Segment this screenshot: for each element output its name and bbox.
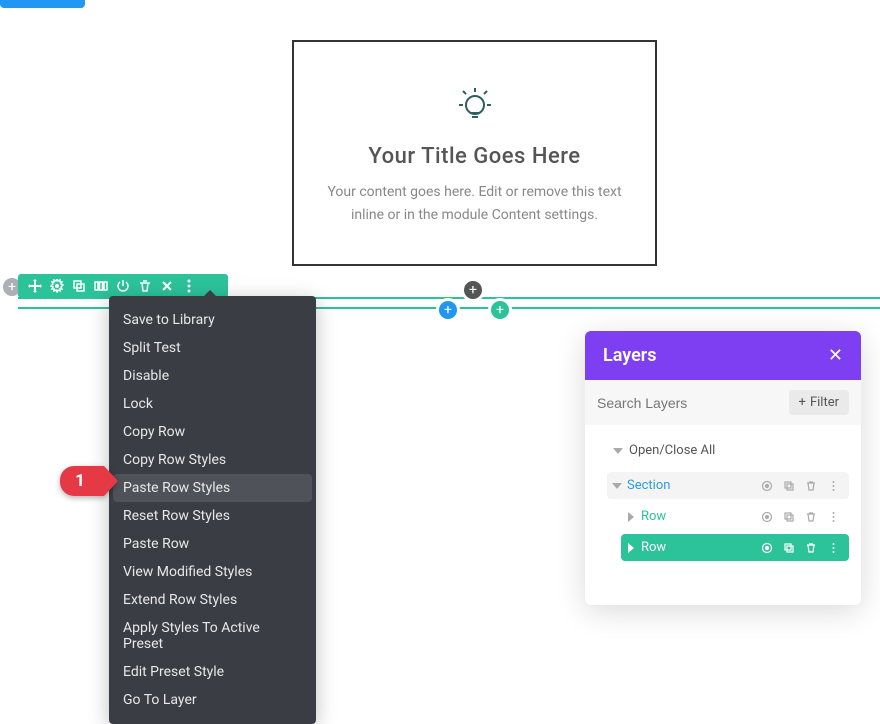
- layers-open-close-all[interactable]: Open/Close All: [597, 437, 849, 472]
- module-text: Your content goes here. Edit or remove t…: [314, 181, 635, 226]
- chevron-right-icon: [628, 512, 634, 522]
- gear-icon[interactable]: [759, 511, 775, 523]
- columns-icon[interactable]: [90, 275, 112, 297]
- more-icon[interactable]: [825, 542, 841, 554]
- chevron-down-icon: [612, 483, 622, 489]
- layers-title: Layers: [603, 345, 657, 366]
- layer-item-row-2-active[interactable]: Row: [621, 534, 849, 561]
- menu-apply-preset[interactable]: Apply Styles To Active Preset: [109, 614, 316, 658]
- duplicate-icon[interactable]: [68, 275, 90, 297]
- layer-item-section[interactable]: Section: [607, 472, 849, 499]
- close-icon[interactable]: [156, 275, 178, 297]
- add-button-green[interactable]: +: [488, 298, 512, 322]
- row-toolbar: [18, 274, 228, 298]
- lightbulb-icon: [452, 80, 498, 126]
- row-label: Row: [641, 509, 759, 524]
- add-button-dark[interactable]: +: [461, 278, 485, 302]
- trash-icon[interactable]: [803, 542, 819, 554]
- layers-search-input[interactable]: [597, 395, 781, 411]
- layers-search-bar: +Filter: [585, 380, 861, 425]
- menu-reset-row-styles[interactable]: Reset Row Styles: [109, 502, 316, 530]
- duplicate-icon[interactable]: [781, 542, 797, 554]
- menu-split-test[interactable]: Split Test: [109, 334, 316, 362]
- section-label: Section: [627, 478, 759, 493]
- more-icon[interactable]: [178, 275, 200, 297]
- menu-go-to-layer[interactable]: Go To Layer: [109, 686, 316, 714]
- more-icon[interactable]: [825, 480, 841, 492]
- top-blue-tab: [0, 0, 85, 8]
- row-label: Row: [641, 540, 759, 555]
- menu-copy-row[interactable]: Copy Row: [109, 418, 316, 446]
- layers-header: Layers ✕: [585, 331, 861, 380]
- context-menu: Save to Library Split Test Disable Lock …: [109, 296, 316, 724]
- menu-view-modified[interactable]: View Modified Styles: [109, 558, 316, 586]
- menu-extend-row-styles[interactable]: Extend Row Styles: [109, 586, 316, 614]
- layers-filter-button[interactable]: +Filter: [789, 390, 849, 415]
- menu-save-library[interactable]: Save to Library: [109, 306, 316, 334]
- menu-copy-row-styles[interactable]: Copy Row Styles: [109, 446, 316, 474]
- layers-body: Open/Close All Section Row Row: [585, 425, 861, 605]
- open-close-label: Open/Close All: [629, 443, 715, 458]
- more-icon[interactable]: [825, 511, 841, 523]
- menu-paste-row-styles[interactable]: Paste Row Styles: [113, 474, 312, 502]
- menu-edit-preset[interactable]: Edit Preset Style: [109, 658, 316, 686]
- marker-number: 1: [75, 471, 85, 491]
- trash-icon[interactable]: [803, 480, 819, 492]
- filter-label: Filter: [810, 395, 839, 410]
- layers-panel: Layers ✕ +Filter Open/Close All Section …: [585, 331, 861, 605]
- layer-item-row-1[interactable]: Row: [621, 503, 849, 530]
- duplicate-icon[interactable]: [781, 480, 797, 492]
- add-button-blue[interactable]: +: [436, 298, 460, 322]
- power-icon[interactable]: [112, 275, 134, 297]
- annotation-marker-1: 1: [60, 466, 104, 496]
- chevron-right-icon: [628, 543, 634, 553]
- move-icon[interactable]: [24, 275, 46, 297]
- menu-paste-row[interactable]: Paste Row: [109, 530, 316, 558]
- menu-disable[interactable]: Disable: [109, 362, 316, 390]
- trash-icon[interactable]: [134, 275, 156, 297]
- module-title: Your Title Goes Here: [368, 144, 580, 169]
- content-module[interactable]: Your Title Goes Here Your content goes h…: [292, 40, 657, 266]
- duplicate-icon[interactable]: [781, 511, 797, 523]
- gear-icon[interactable]: [759, 542, 775, 554]
- gear-icon[interactable]: [759, 480, 775, 492]
- chevron-down-icon: [613, 448, 623, 454]
- menu-lock[interactable]: Lock: [109, 390, 316, 418]
- trash-icon[interactable]: [803, 511, 819, 523]
- gear-icon[interactable]: [46, 275, 68, 297]
- layers-close-icon[interactable]: ✕: [828, 345, 843, 366]
